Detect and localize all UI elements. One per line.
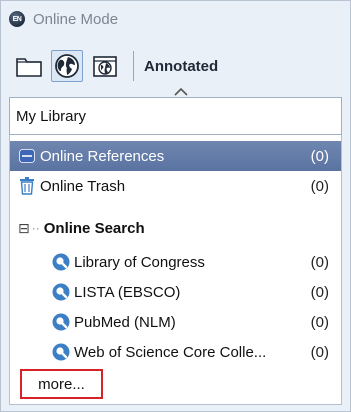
online-search-icon — [52, 313, 70, 331]
tree-item-label: Library of Congress — [74, 253, 205, 271]
library-selector-value: My Library — [16, 107, 87, 125]
tree-item-count: (0) — [310, 343, 329, 361]
online-search-icon — [52, 283, 70, 301]
tree-item-label: Online Trash — [40, 177, 126, 195]
tree-group-label: Online Search — [43, 219, 145, 237]
tree-item-count: (0) — [310, 177, 329, 195]
title-bar: EN Online Mode — [1, 1, 350, 37]
tree-item-label: Online References — [40, 147, 165, 165]
tree-group-online-search[interactable]: ⊟ ·· Online Search — [10, 213, 341, 243]
tree-item-count: (0) — [310, 313, 329, 331]
tree-item-online-references[interactable]: Online References (0) — [10, 141, 341, 171]
library-selector[interactable]: My Library — [9, 97, 342, 135]
window-title: Online Mode — [33, 10, 119, 28]
online-search-icon — [52, 343, 70, 361]
folder-icon — [16, 58, 42, 77]
more-label: more... — [38, 375, 85, 393]
annotated-style-label[interactable]: Annotated — [144, 58, 218, 75]
tree-item-label: Web of Science Core Colle... — [74, 343, 267, 361]
tree-item-label: PubMed (NLM) — [74, 313, 176, 331]
trash-icon — [18, 177, 36, 195]
tree-connector: ·· — [31, 221, 40, 235]
local-library-button[interactable] — [13, 50, 45, 82]
globe-library-icon — [93, 56, 117, 77]
tree-item-count: (0) — [310, 253, 329, 271]
tree-item-label: LISTA (EBSCO) — [74, 283, 181, 301]
tree-item-lista-ebsco[interactable]: LISTA (EBSCO) (0) — [10, 277, 341, 307]
tree-item-library-of-congress[interactable]: Library of Congress (0) — [10, 247, 341, 277]
globe-icon — [55, 54, 79, 78]
collapse-caret-icon[interactable] — [173, 85, 189, 97]
tree-item-online-trash[interactable]: Online Trash (0) — [10, 171, 341, 201]
collapse-toggle-icon[interactable]: ⊟ — [18, 220, 30, 237]
online-search-icon — [52, 253, 70, 271]
online-mode-window: EN Online Mode Annotated My Library Onli… — [0, 0, 351, 412]
tree-item-web-of-science[interactable]: Web of Science Core Colle... (0) — [10, 337, 341, 367]
tree-item-count: (0) — [310, 283, 329, 301]
online-only-button[interactable] — [51, 50, 83, 82]
tree-item-pubmed-nlm[interactable]: PubMed (NLM) (0) — [10, 307, 341, 337]
integrated-library-button[interactable] — [89, 50, 121, 82]
references-icon — [18, 147, 36, 165]
toolbar-separator — [133, 51, 134, 81]
tree-item-count: (0) — [310, 147, 329, 165]
groups-tree: Online References (0) Online Trash (0) ⊟… — [9, 135, 342, 405]
more-button[interactable]: more... — [20, 369, 103, 399]
endnote-app-icon: EN — [9, 11, 25, 27]
